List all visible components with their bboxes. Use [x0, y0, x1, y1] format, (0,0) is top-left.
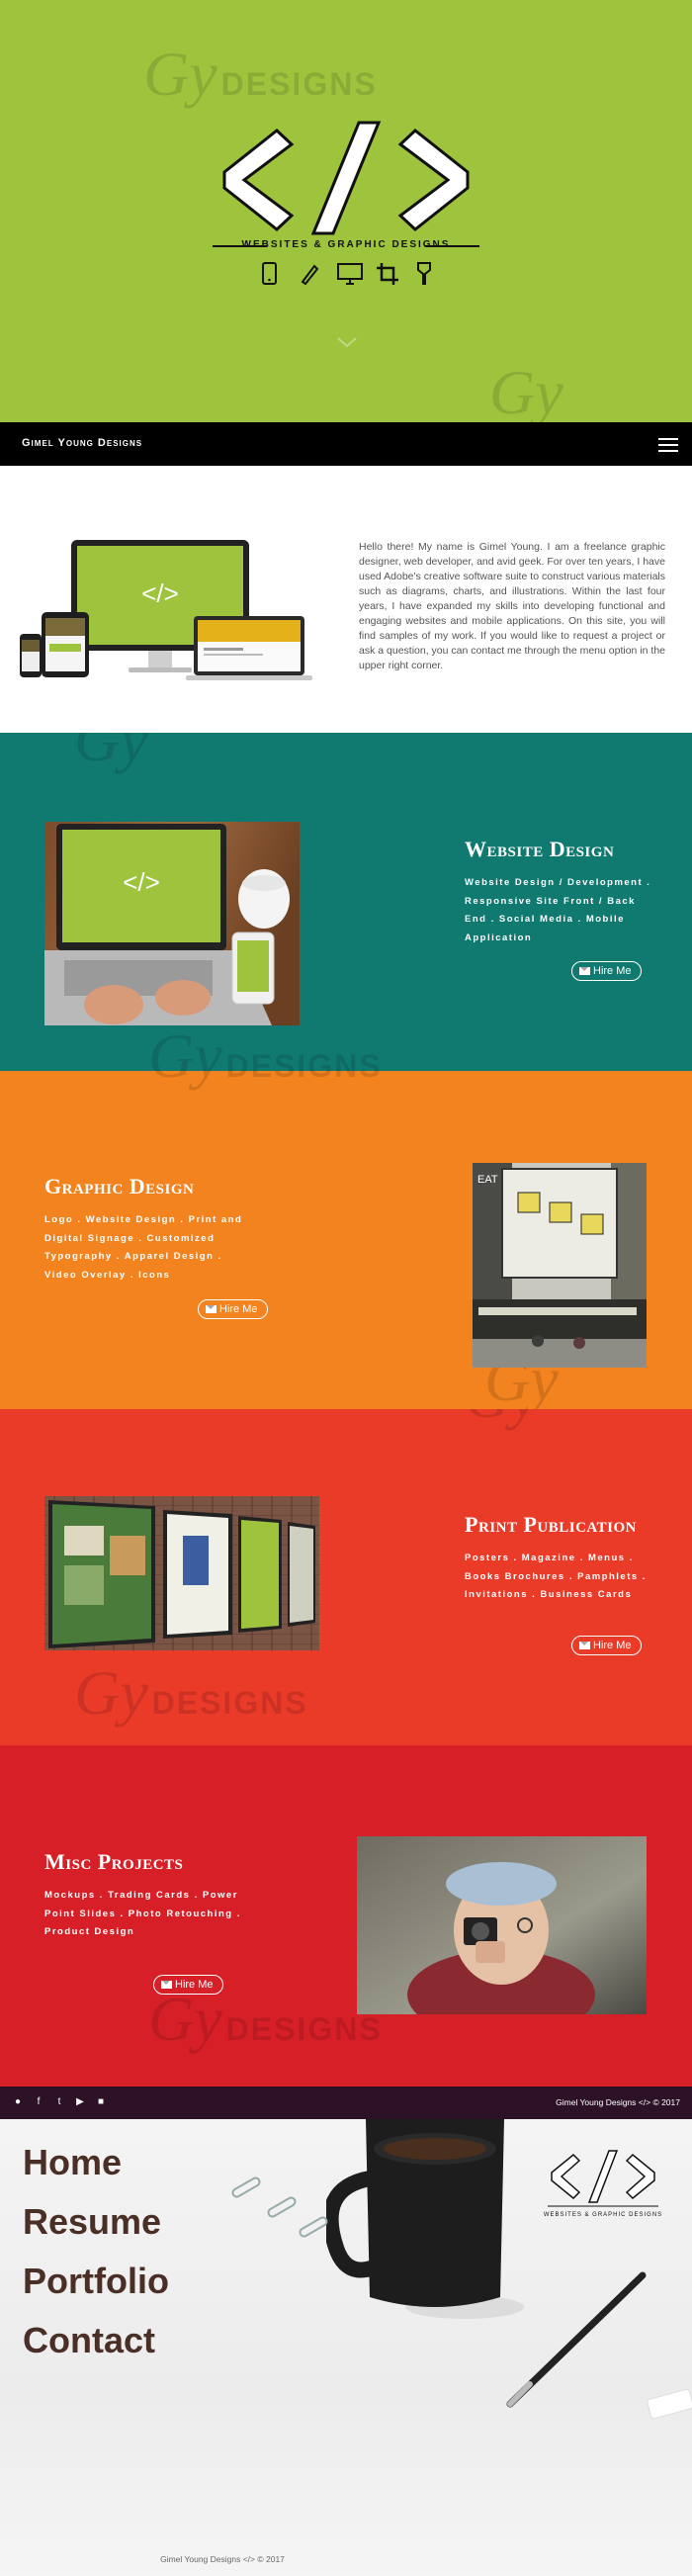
section-title: Print Publication [465, 1512, 637, 1537]
woman-camera-photo [357, 1836, 647, 2014]
watermark: Gy DESIGNS [148, 1071, 383, 1093]
envelope-icon [161, 1981, 172, 1989]
eraser-image [647, 2388, 692, 2420]
section-description: Mockups . Trading Cards . Power Point Sl… [44, 1890, 241, 1937]
watermark: Gy DESIGNS [143, 39, 378, 109]
section-description: Website Design / Development . Responsiv… [465, 877, 651, 943]
tool-icons [260, 262, 438, 286]
misc-projects-section: Gy DESIGNS Misc Projects Mockups . Tradi… [0, 1745, 692, 2087]
posters-photo [44, 1496, 319, 1650]
website-design-section: Gy Gy DESIGNS </> Website Design Website… [0, 733, 692, 1071]
youtube-icon[interactable]: ▶ [74, 2096, 86, 2108]
envelope-icon [206, 1305, 216, 1313]
menu-toggle-icon[interactable] [658, 435, 678, 453]
envelope-icon [579, 967, 590, 975]
hire-me-button[interactable]: Hire Me [571, 1636, 642, 1655]
twitter-icon[interactable]: t [53, 2096, 65, 2108]
social-links: ● f t ▶ ■ [12, 2096, 107, 2108]
monitor-icon [337, 262, 363, 286]
chat-icon[interactable]: ● [12, 2096, 24, 2108]
menu-item-portfolio[interactable]: Portfolio [23, 2261, 169, 2302]
hire-me-button[interactable]: Hire Me [153, 1975, 223, 1995]
menu-overlay: WEBSITES & GRAPHIC DESIGNS Home Resume P… [0, 2119, 692, 2576]
watermark: Gy DESIGNS [74, 1657, 308, 1728]
brush-icon [414, 262, 438, 286]
paper-clips-image [231, 2176, 328, 2238]
menu-item-home[interactable]: Home [23, 2142, 122, 2183]
pen-image [506, 2271, 647, 2408]
intro-paragraph: Hello there! My name is Gimel Young. I a… [359, 541, 665, 671]
navbar: Gimel Young Designs [0, 422, 692, 466]
tagline: WEBSITES & GRAPHIC DESIGNS [544, 2212, 662, 2218]
watermark: Gy DESIGNS [148, 1021, 383, 1071]
laptop-photo: </> [44, 822, 300, 1025]
code-symbol-logo: WEBSITES & GRAPHIC DESIGNS [544, 2150, 662, 2218]
svg-text:</>: </> [141, 578, 179, 608]
mobile-icon [260, 262, 284, 286]
section-title: Misc Projects [44, 1849, 184, 1874]
watermark: Gy [465, 1409, 539, 1433]
graphic-design-section: Gy DESIGNS Gy Graphic Design Logo . Webs… [0, 1071, 692, 1409]
hire-me-button[interactable]: Hire Me [198, 1299, 268, 1319]
envelope-icon [579, 1642, 590, 1649]
svg-text:EAT: EAT [477, 1174, 498, 1186]
game-icon[interactable]: ■ [95, 2096, 107, 2108]
tagline: WEBSITES & GRAPHIC DESIGNS [241, 239, 451, 250]
section-description: Posters . Magazine . Menus . Books Broch… [465, 1553, 647, 1600]
section-title: Website Design [465, 837, 615, 861]
crop-icon [376, 262, 399, 286]
menu-item-contact[interactable]: Contact [23, 2320, 155, 2361]
chevron-down-icon[interactable] [336, 336, 358, 348]
devices-mockup-image: </> [20, 540, 312, 680]
hire-me-button[interactable]: Hire Me [571, 961, 642, 981]
watermark: Gy DESIGNS [489, 357, 563, 422]
code-symbol-logo [222, 121, 470, 235]
site-logo[interactable]: WEBSITES & GRAPHIC DESIGNS [203, 119, 489, 297]
facebook-icon[interactable]: f [33, 2096, 44, 2108]
menu-copyright: Gimel Young Designs </> © 2017 [160, 2554, 285, 2564]
footer-bar: ● f t ▶ ■ Gimel Young Designs </> © 2017 [0, 2087, 692, 2119]
watermark: Gy [74, 733, 148, 774]
print-publication-section: Gy Gy DESIGNS [0, 1409, 692, 1745]
intro-section: </> Hello there! My name is Gimel Young.… [0, 466, 692, 733]
section-description: Logo . Website Design . Print and Digita… [44, 1214, 243, 1281]
billboard-photo: EAT [473, 1163, 647, 1368]
pen-icon [299, 262, 322, 286]
svg-text:</>: </> [123, 867, 160, 897]
hero-section: Gy DESIGNS Gy DESIGNS WEBSITES & GRAPHIC… [0, 0, 692, 422]
menu-item-resume[interactable]: Resume [23, 2201, 161, 2243]
brand-name[interactable]: Gimel Young Designs [22, 437, 142, 449]
copyright: Gimel Young Designs </> © 2017 [556, 2097, 680, 2107]
section-title: Graphic Design [44, 1174, 195, 1199]
code-logo-icon: </> [638, 2097, 653, 2107]
